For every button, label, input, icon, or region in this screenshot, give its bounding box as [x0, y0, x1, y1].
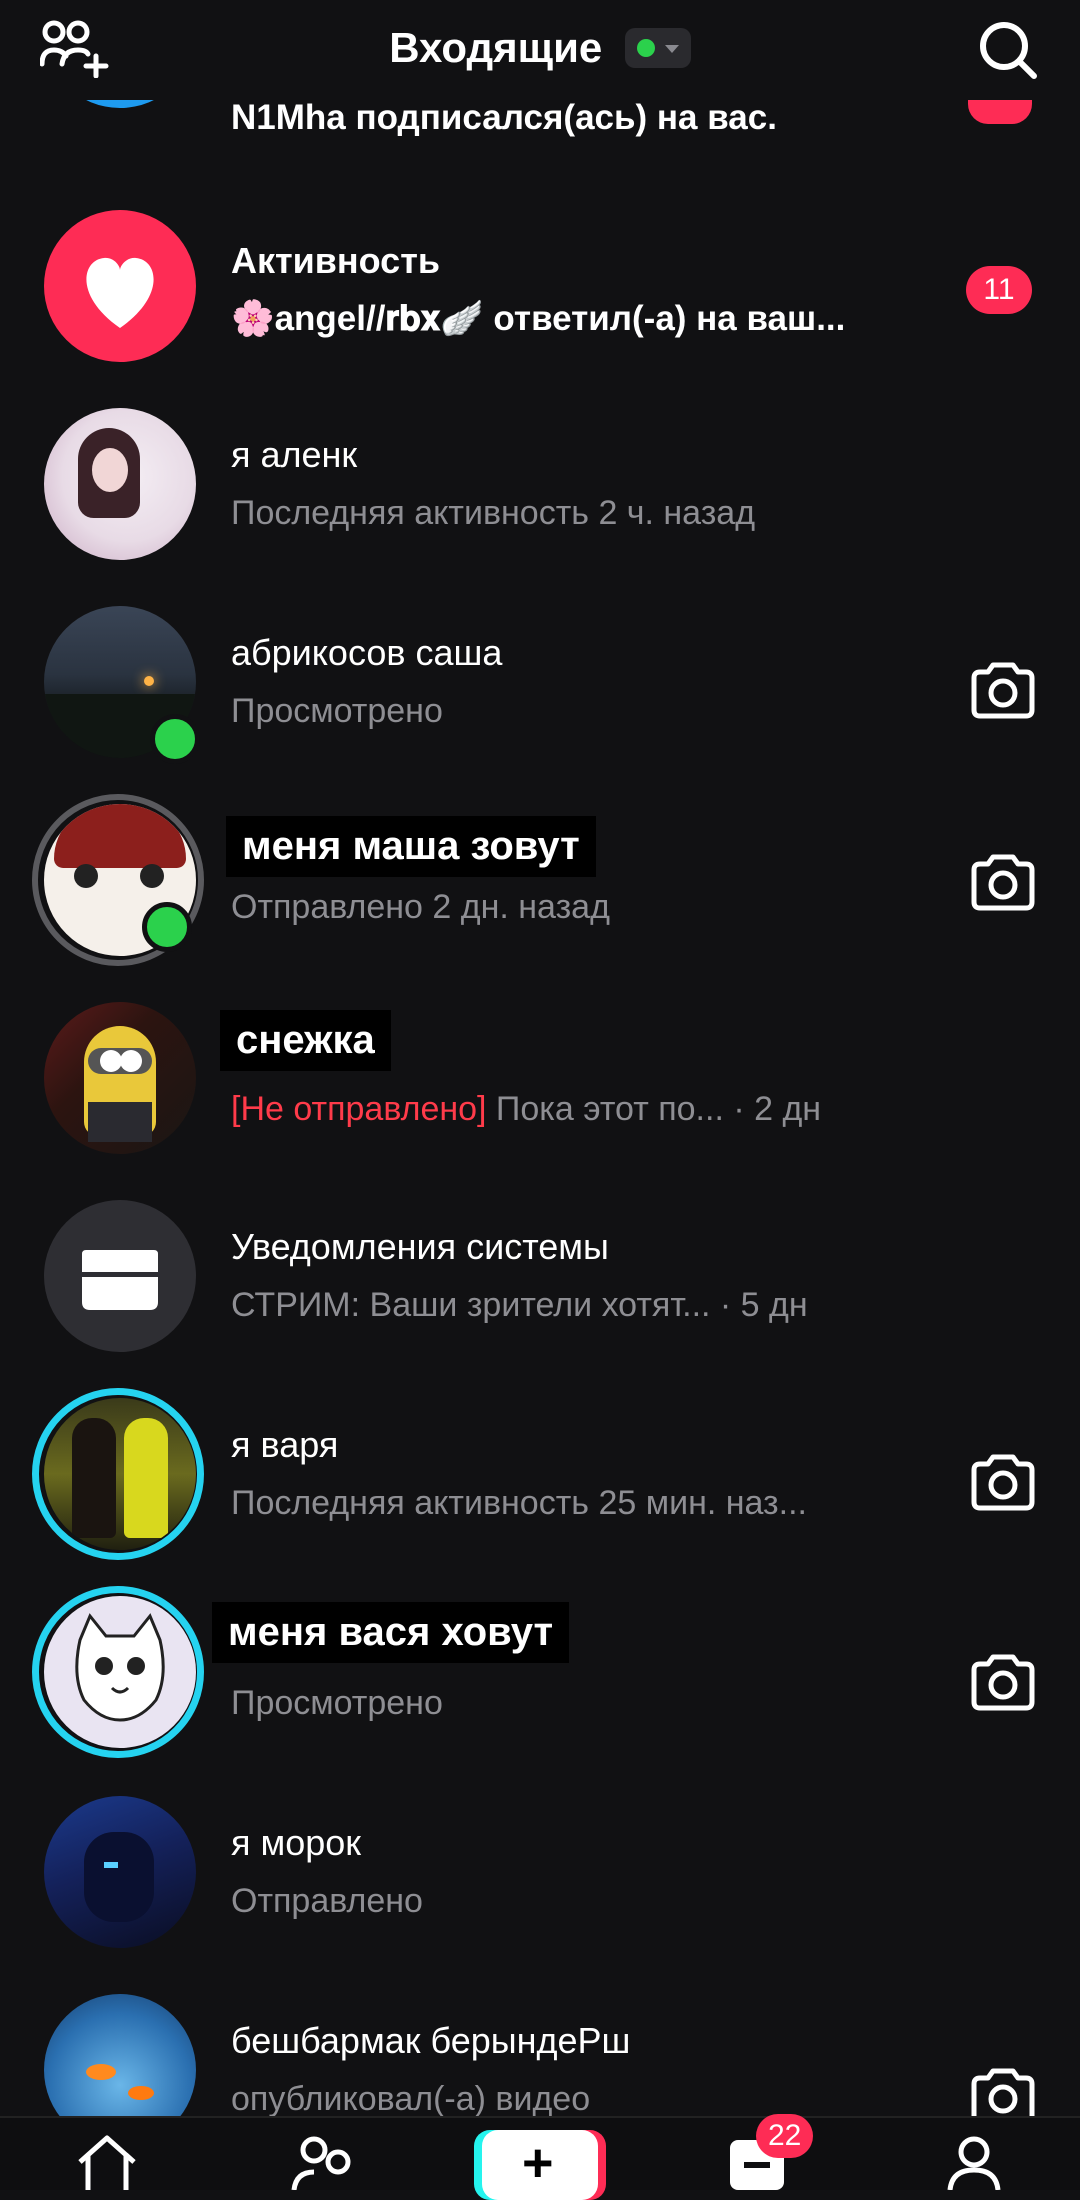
- chat-name: я морок: [231, 1822, 362, 1863]
- chat-row[interactable]: меня маша зовут Отправлено 2 дн. назад: [0, 794, 1080, 976]
- camera-icon[interactable]: [968, 1652, 1038, 1712]
- chat-name: я аленк: [231, 434, 358, 475]
- chat-status: Отправлено: [231, 1882, 423, 1920]
- inbox-badge: 22: [756, 2114, 814, 2158]
- avatar: [44, 408, 196, 560]
- profile-icon[interactable]: [944, 2132, 1004, 2190]
- search-icon[interactable]: [976, 18, 1040, 82]
- chat-name: меня маша зовут: [226, 816, 596, 877]
- system-notifications-row[interactable]: Уведомления системы СТРИМ: Ваши зрители …: [0, 1200, 1080, 1360]
- system-avatar: [44, 1200, 196, 1352]
- chat-status: Просмотрено: [231, 1684, 443, 1722]
- title-group[interactable]: Входящие: [0, 18, 1080, 78]
- activity-badge: 11: [966, 266, 1032, 314]
- chat-name: меня вася ховут: [212, 1602, 570, 1663]
- activity-row[interactable]: Активность 🌸angel//𝐫𝐛𝐱🪽 ответил(-а) на в…: [0, 210, 1080, 370]
- activity-avatar: [44, 210, 196, 362]
- chat-row[interactable]: меня вася ховут Просмотрено: [0, 1586, 1080, 1768]
- chat-status: опубликовал(-а) видео: [231, 2080, 591, 2118]
- avatar: [44, 1398, 196, 1550]
- bottom-tab-bar: + 22: [0, 2114, 1080, 2200]
- camera-icon[interactable]: [968, 852, 1038, 912]
- chat-row[interactable]: снежка [Не отправлено] Пока этот по... ·…: [0, 1002, 1080, 1162]
- chat-row[interactable]: я морок Отправлено: [0, 1796, 1080, 1956]
- chevron-down-icon: [664, 45, 679, 53]
- followers-badge: [968, 100, 1032, 124]
- chat-name: Уведомления системы: [231, 1226, 609, 1267]
- chat-preview: Пока этот по... · 2 дн: [486, 1090, 822, 1128]
- chat-status: Отправлено 2 дн. назад: [231, 888, 610, 926]
- chat-row[interactable]: я варя Последняя активность 25 мин. наз.…: [0, 1388, 1080, 1570]
- chat-name: я варя: [231, 1424, 339, 1465]
- avatar: [44, 1796, 196, 1948]
- chat-name: абрикосов саша: [231, 632, 503, 673]
- plus-icon: +: [522, 2133, 554, 2193]
- camera-icon[interactable]: [968, 660, 1038, 720]
- home-icon[interactable]: [74, 2132, 140, 2190]
- avatar: [44, 1596, 196, 1748]
- avatar: [44, 1002, 196, 1154]
- followers-text: N1Mha подписался(ась) на вас.: [231, 98, 777, 137]
- chat-status: СТРИМ: Ваши зрители хотят... · 5 дн: [231, 1286, 808, 1324]
- chat-status: Просмотрено: [231, 692, 443, 730]
- chat-status: Последняя активность 25 мин. наз...: [231, 1484, 807, 1522]
- page-title: Входящие: [389, 24, 603, 71]
- chat-name: бешбармак берындеРш: [231, 2020, 631, 2061]
- activity-title: Активность: [231, 240, 440, 281]
- heart-icon: [86, 257, 154, 328]
- inbox-header: Входящие: [0, 0, 1080, 100]
- not-sent-label: [Не отправлено]: [231, 1090, 487, 1128]
- online-indicator: [142, 902, 192, 952]
- online-status-dot: [636, 39, 655, 57]
- chat-name: снежка: [220, 1010, 391, 1071]
- online-indicator: [150, 714, 200, 764]
- create-button[interactable]: +: [482, 2130, 598, 2200]
- camera-icon[interactable]: [968, 1452, 1038, 1512]
- inbox-box-icon: [82, 1250, 158, 1310]
- chat-row[interactable]: абрикосов саша Просмотрено: [0, 606, 1080, 766]
- cat-drawing: [75, 1613, 165, 1722]
- friends-icon[interactable]: [290, 2132, 360, 2190]
- status-dropdown[interactable]: [624, 28, 691, 68]
- activity-text: 🌸angel//𝐫𝐛𝐱🪽 ответил(-а) на ваш...: [231, 299, 846, 338]
- chat-status: Последняя активность 2 ч. назад: [231, 494, 756, 532]
- chat-row[interactable]: я аленк Последняя активность 2 ч. назад: [0, 408, 1080, 568]
- chat-status: [Не отправлено] Пока этот по... · 2 дн: [231, 1090, 821, 1129]
- inbox-list: N1Mha подписался(ась) на вас. Активность…: [0, 0, 1080, 2188]
